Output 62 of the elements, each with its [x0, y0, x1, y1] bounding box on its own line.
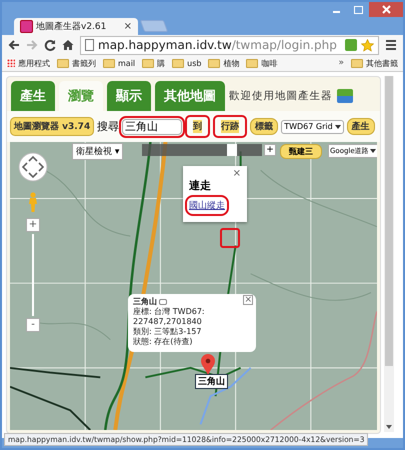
folder-icon [57, 58, 69, 68]
generate-button[interactable]: 產生 [346, 118, 375, 135]
bookmark-item[interactable]: 咖啡 [246, 58, 278, 68]
bookmark-item[interactable]: mail [103, 58, 136, 68]
map-icon [336, 89, 352, 103]
close-icon[interactable] [382, 5, 390, 14]
popup-title: 連走 [189, 178, 212, 193]
apps-icon [7, 59, 15, 67]
bookmark-item[interactable]: 書籤列 [57, 58, 96, 68]
bookmark-item[interactable]: 購 [142, 58, 166, 68]
search-label: 搜尋 [97, 119, 120, 134]
opacity-slider[interactable] [142, 144, 262, 156]
preset-button[interactable]: 甄建三 [280, 144, 322, 159]
favicon-icon [20, 20, 33, 33]
tab[interactable]: 顯示 [107, 81, 151, 111]
tab[interactable]: 其他地圖 [155, 81, 225, 111]
close-button[interactable] [369, 2, 403, 17]
zoom-in-button[interactable]: + [264, 144, 276, 156]
tab-title: 地圖產生器v2.61 [36, 20, 108, 33]
info-text: 類別: 三等點3-157 [133, 327, 202, 337]
folder-icon [103, 58, 115, 68]
browser-tab[interactable]: 地圖產生器v2.61 × [14, 18, 138, 35]
slider-thumb[interactable] [226, 144, 237, 156]
folder-icon [172, 58, 184, 68]
toolbar-button[interactable]: 行跡 [213, 115, 248, 138]
star-icon[interactable] [361, 38, 374, 52]
toolbar-button[interactable]: 標籤 [250, 118, 278, 135]
url-text: map.happyman.idv.tw/twmap/login.php [98, 38, 338, 52]
folder-icon [246, 58, 258, 68]
scrollbar[interactable] [384, 76, 394, 432]
bookmark-item[interactable]: usb [172, 58, 202, 68]
close-button[interactable]: × [243, 295, 253, 305]
map-pin-icon [201, 354, 215, 376]
close-button[interactable]: × [232, 168, 241, 179]
folder-icon [142, 58, 154, 68]
info-text: 座標: 台灣 TWD67: [133, 307, 206, 317]
page-icon [85, 39, 94, 51]
overflow-button[interactable]: » [338, 58, 344, 68]
marker-label: 三角山 [195, 374, 228, 389]
grid-select[interactable]: TWD67 Grid [281, 120, 344, 134]
reload-icon[interactable] [44, 39, 56, 51]
back-icon[interactable] [8, 39, 20, 51]
folder-icon [208, 58, 220, 68]
view-menu-button[interactable]: 衛星檢視 ▾ [72, 143, 124, 160]
bookmark-item[interactable]: 植物 [208, 58, 240, 68]
info-text: 狀態: 存在(待查) [133, 337, 194, 347]
tab[interactable]: 產生 [11, 81, 55, 111]
welcome-text: 歡迎使用地圖產生器 [229, 89, 332, 104]
zoom-in-button[interactable]: + [26, 218, 40, 232]
info-title: 三角山 [133, 297, 157, 307]
bookmark-item[interactable]: 其他書籤 [351, 58, 398, 68]
bookmark-item[interactable]: 應用程式 [7, 58, 50, 68]
info-text: 227487,2701840 [133, 317, 203, 327]
address-bar[interactable]: map.happyman.idv.tw/twmap/login.php [80, 36, 379, 54]
toolbar-button[interactable]: 到 [185, 115, 210, 138]
zoom-out-button[interactable]: - [26, 318, 40, 332]
home-icon[interactable] [62, 39, 74, 51]
version-label: 地圖瀏覽器 v3.74 [10, 117, 94, 136]
pan-control[interactable] [18, 152, 48, 182]
menu-icon[interactable] [385, 39, 397, 51]
folder-icon [351, 58, 363, 68]
close-tab-button[interactable]: × [124, 21, 132, 32]
